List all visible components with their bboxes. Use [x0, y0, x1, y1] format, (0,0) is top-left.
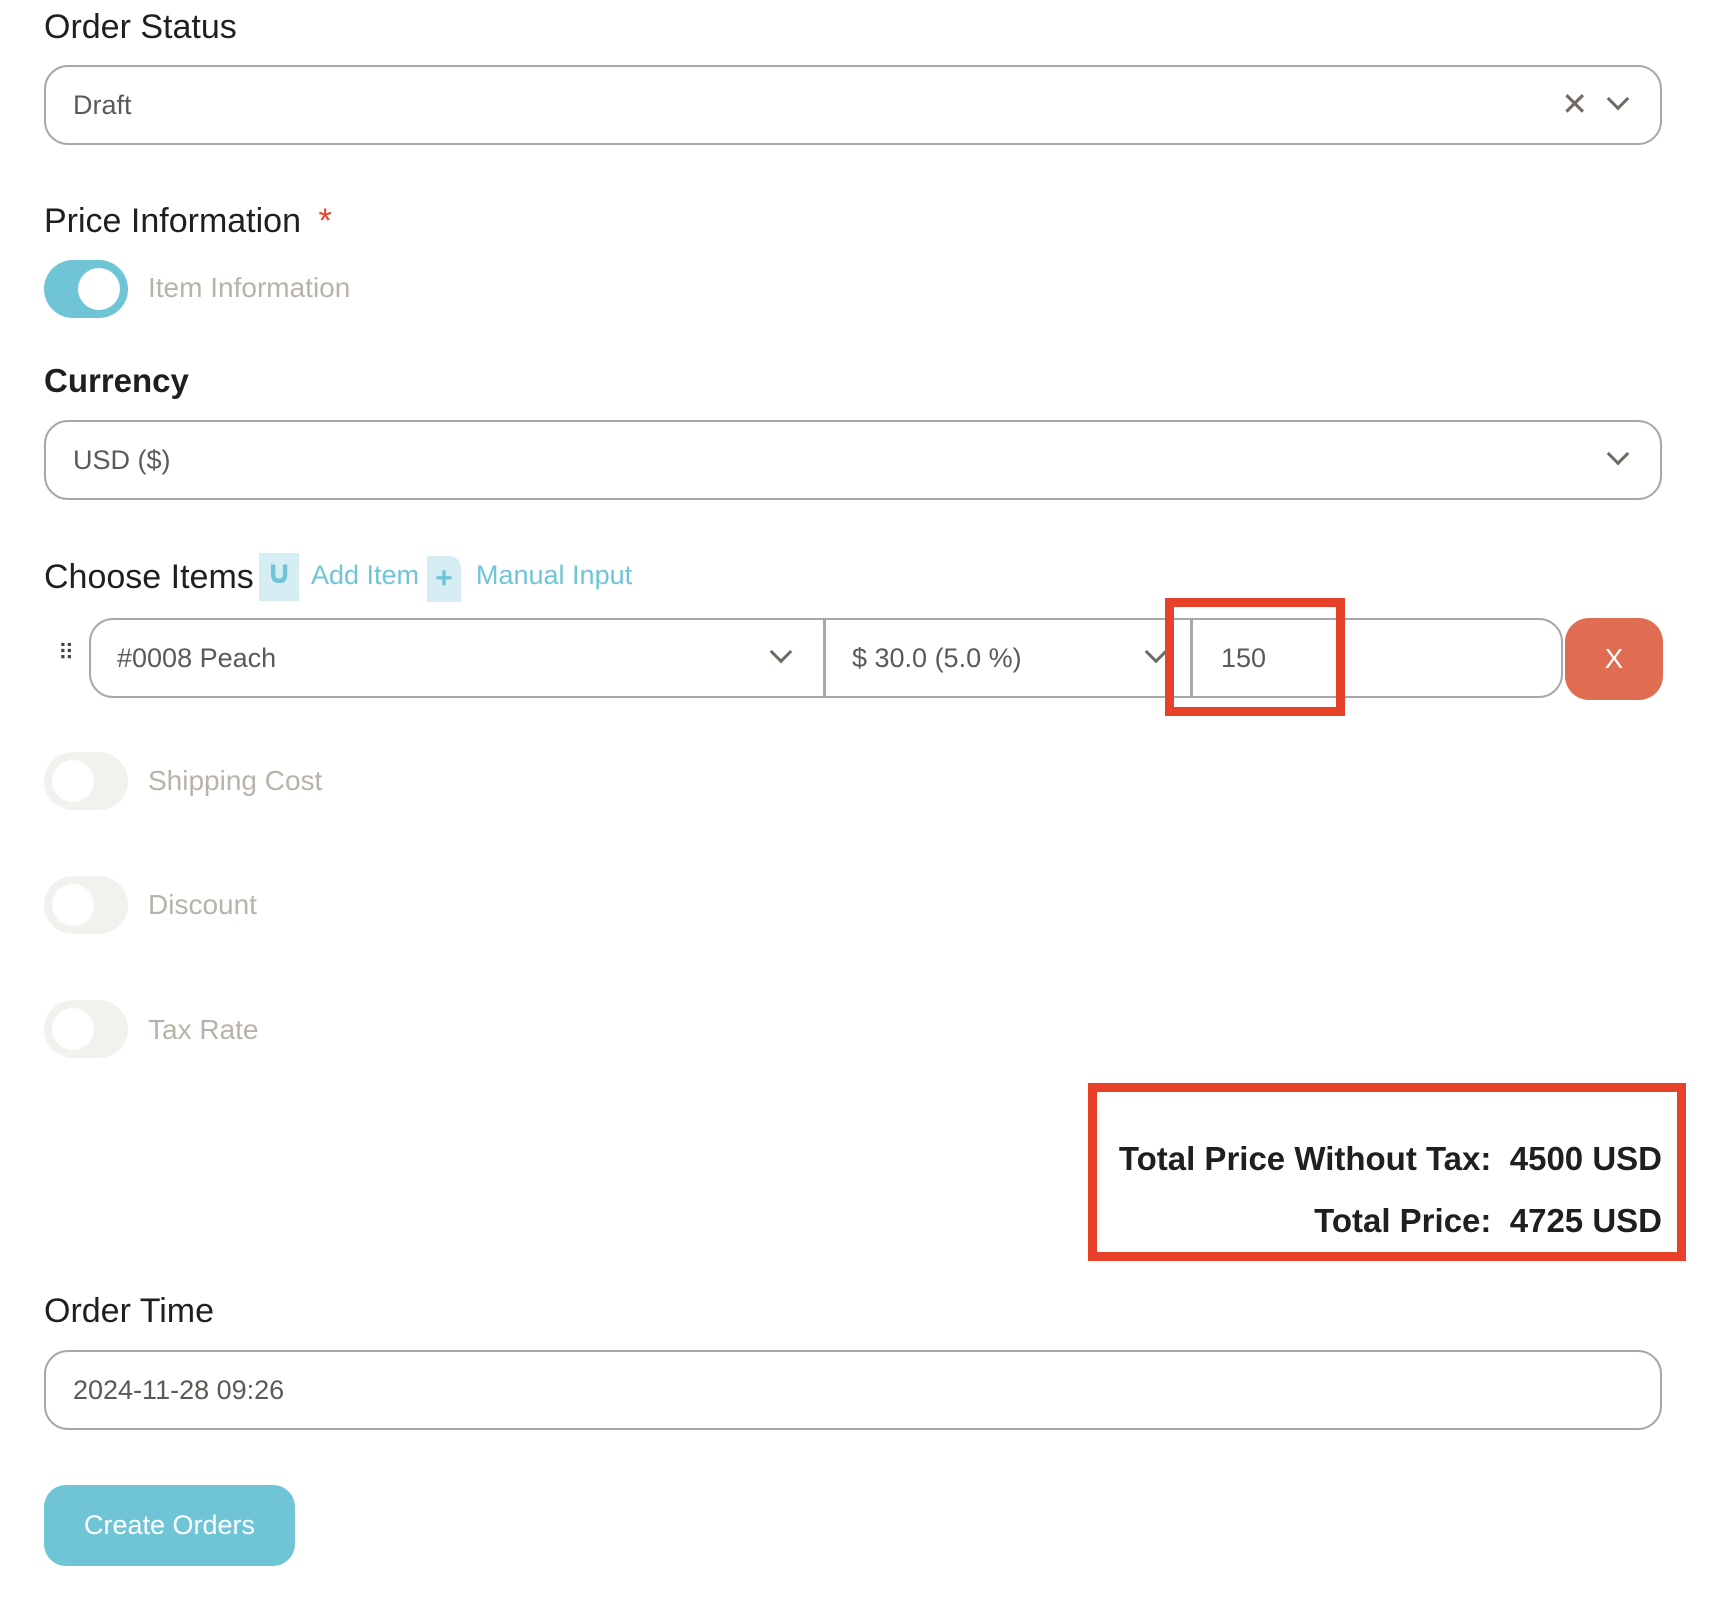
price-value: $ 30.0 (5.0 %) [852, 642, 1022, 673]
total-without-tax-value: 4500 USD [1509, 1140, 1662, 1177]
item-select[interactable]: #0008 Peach [91, 620, 826, 696]
order-time-label: Order Time [44, 1292, 215, 1330]
order-time-value: 2024-11-28 09:26 [73, 1374, 285, 1405]
discount-toggle[interactable] [44, 876, 128, 934]
order-status-label: Order Status [44, 8, 237, 46]
item-information-label: Item Information [148, 272, 351, 303]
item-information-toggle[interactable] [44, 260, 128, 318]
clear-icon[interactable]: ✕ [1561, 85, 1588, 123]
add-item-icon[interactable]: ∪ [259, 553, 299, 601]
manual-input-link[interactable]: Manual Input [476, 560, 632, 591]
choose-items-label: Choose Items [44, 558, 254, 596]
manual-input-icon[interactable]: + [427, 556, 461, 602]
total-price-value: 4725 USD [1509, 1202, 1662, 1239]
required-mark: * [318, 202, 332, 240]
order-time-input[interactable]: 2024-11-28 09:26 [44, 1350, 1662, 1430]
discount-label: Discount [148, 889, 257, 920]
shipping-cost-toggle[interactable] [44, 752, 128, 810]
create-orders-button[interactable]: Create Orders [44, 1485, 295, 1566]
price-select[interactable]: $ 30.0 (5.0 %) [826, 620, 1193, 696]
tax-rate-label: Tax Rate [148, 1014, 259, 1045]
order-status-value: Draft [73, 89, 132, 120]
drag-handle-icon[interactable]: ⠿ [58, 640, 74, 666]
chevron-down-icon[interactable] [1606, 442, 1630, 466]
totals-panel: Total Price Without Tax: 4500 USD Total … [1119, 1128, 1662, 1252]
currency-value: USD ($) [73, 444, 171, 475]
chevron-down-icon [1144, 640, 1168, 664]
total-without-tax-label: Total Price Without Tax: [1118, 1140, 1492, 1177]
shipping-cost-label: Shipping Cost [148, 765, 323, 796]
item-value: #0008 Peach [117, 642, 277, 673]
add-item-link[interactable]: Add Item [311, 560, 419, 591]
highlight-box [1165, 598, 1345, 716]
total-price-label: Total Price: [1314, 1202, 1492, 1239]
chevron-down-icon[interactable] [1606, 87, 1630, 111]
chevron-down-icon [769, 640, 793, 664]
remove-item-button[interactable]: X [1565, 618, 1663, 700]
order-status-select[interactable]: Draft ✕ [44, 65, 1662, 145]
currency-select[interactable]: USD ($) [44, 420, 1662, 500]
tax-rate-toggle[interactable] [44, 1000, 128, 1058]
price-information-label: Price Information * [44, 202, 332, 240]
currency-label: Currency [44, 362, 189, 399]
